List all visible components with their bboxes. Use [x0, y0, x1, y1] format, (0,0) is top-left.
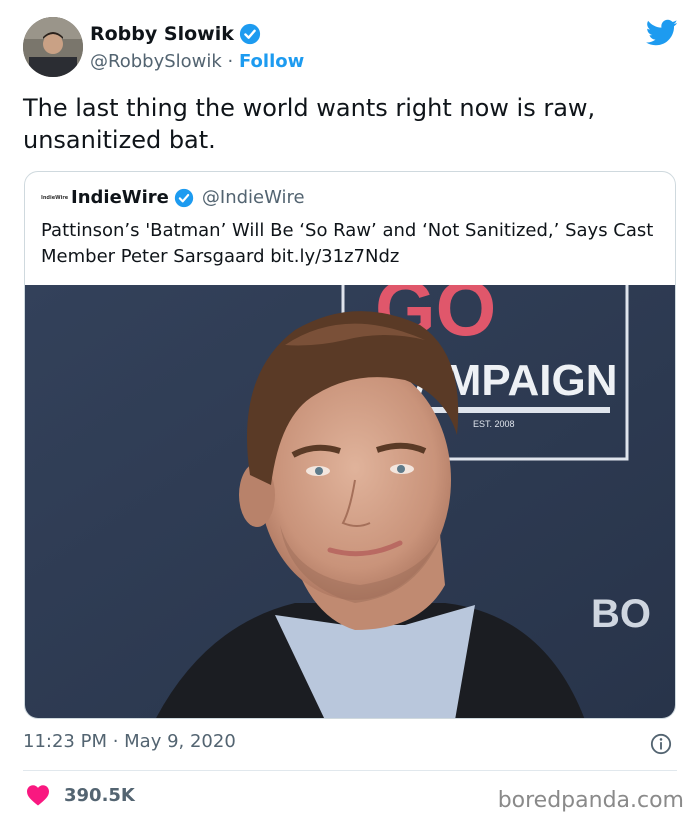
backdrop-est: EST. 2008: [473, 419, 515, 429]
author-display-name[interactable]: Robby Slowik: [90, 23, 234, 45]
author-name-row: Robby Slowik: [90, 23, 261, 45]
author-handle-row: @RobbySlowik · Follow: [90, 51, 304, 72]
follow-button[interactable]: Follow: [239, 51, 304, 72]
quoted-tweet-text: Pattinson’s 'Batman’ Will Be ‘So Raw’ an…: [41, 220, 654, 267]
like-count: 390.5K: [64, 784, 135, 806]
divider: [23, 770, 677, 771]
quoted-handle[interactable]: @IndieWire: [202, 187, 305, 208]
quoted-display-name[interactable]: IndieWire: [71, 187, 169, 208]
verified-badge-icon: [239, 23, 260, 45]
verified-badge-icon: [174, 188, 194, 207]
like-row[interactable]: 390.5K: [26, 784, 135, 806]
indiewire-logo: IndieWire: [41, 194, 69, 201]
twitter-bird-icon[interactable]: [646, 19, 678, 47]
author-avatar[interactable]: [23, 17, 83, 77]
quoted-tweet-photo[interactable]: GO AMPAIGN EST. 2008 BO: [25, 285, 676, 719]
quoted-tweet-header: IndieWire IndieWire @IndieWire: [41, 187, 305, 208]
tweet-timestamp[interactable]: 11:23 PM · May 9, 2020: [23, 731, 236, 752]
tweet-header: Robby Slowik @RobbySlowik · Follow: [23, 17, 680, 81]
backdrop-side: BO: [591, 592, 651, 636]
handle-separator: ·: [221, 51, 239, 72]
quoted-tweet-card[interactable]: IndieWire IndieWire @IndieWire Pattinson…: [24, 171, 676, 719]
watermark: boredpanda.com: [497, 788, 684, 813]
info-icon[interactable]: [650, 733, 672, 755]
author-handle[interactable]: @RobbySlowik: [90, 51, 222, 72]
tweet-text: The last thing the world wants right now…: [23, 94, 596, 154]
heart-icon[interactable]: [26, 784, 50, 806]
